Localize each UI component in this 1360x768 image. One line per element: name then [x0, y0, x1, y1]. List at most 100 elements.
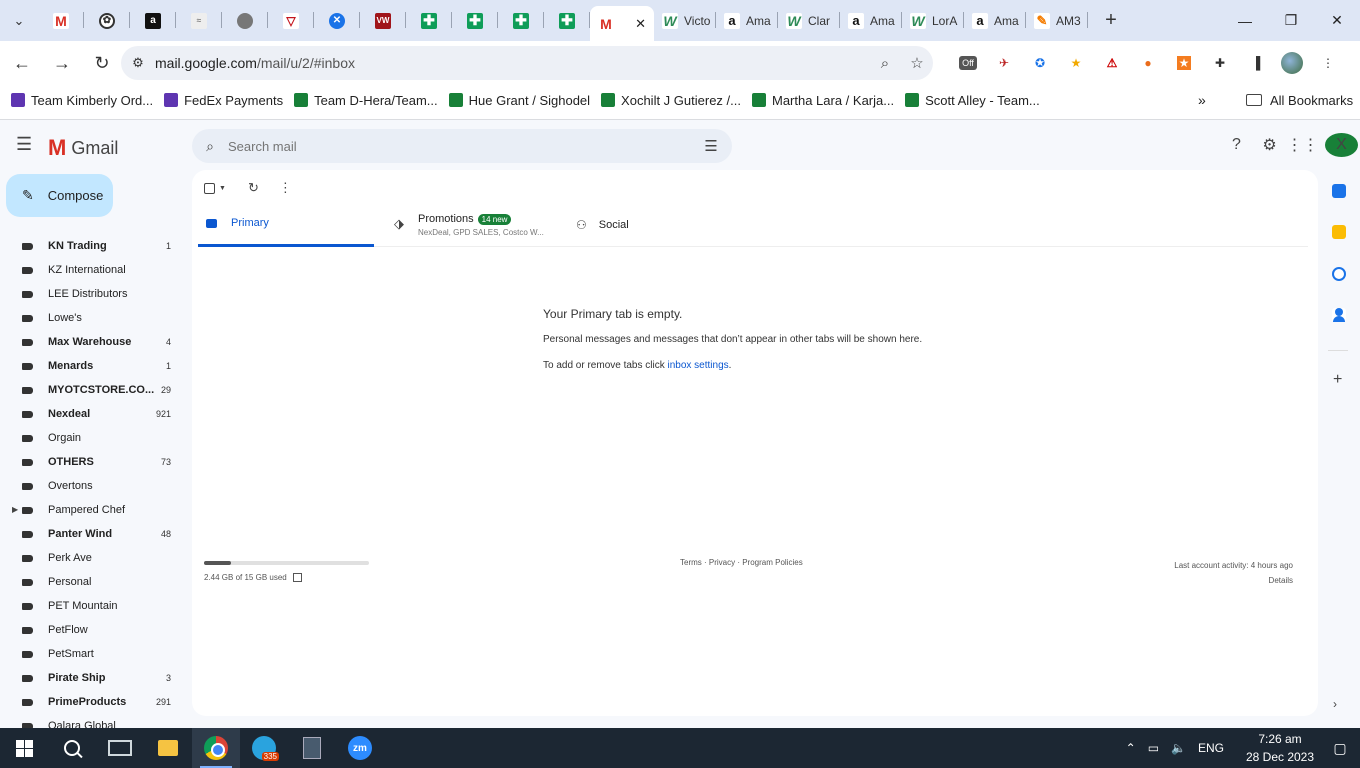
off-extension-icon[interactable]: Off: [950, 48, 986, 78]
search-options-icon[interactable]: ☰: [690, 137, 732, 155]
main-menu-icon[interactable]: ☰: [16, 134, 32, 155]
telegram-taskbar-button[interactable]: 335: [240, 728, 288, 768]
policy-links[interactable]: Terms · Privacy · Program Policies: [680, 558, 803, 567]
new-tab-button[interactable]: +: [1088, 9, 1134, 32]
site-info-icon[interactable]: ⚙: [121, 55, 155, 71]
compose-button[interactable]: ✎ Compose: [6, 174, 113, 217]
add-addon-icon[interactable]: +: [1333, 371, 1342, 389]
label-item[interactable]: ▶ Pampered Chef: [0, 498, 184, 522]
browser-tab[interactable]: a: [130, 0, 176, 41]
browser-tab[interactable]: [222, 0, 268, 41]
tasks-icon[interactable]: [1332, 267, 1346, 281]
minimize-icon[interactable]: —: [1222, 0, 1268, 41]
side-panel-icon[interactable]: ▐: [1238, 48, 1274, 78]
more-menu-icon[interactable]: ⋮: [1310, 48, 1346, 78]
bookmark-star-icon[interactable]: ☆: [901, 54, 933, 72]
search-input[interactable]: [228, 138, 690, 154]
puzzle-extensions-icon[interactable]: ✚: [1202, 48, 1238, 78]
task-view-button[interactable]: [96, 728, 144, 768]
bookmark-item[interactable]: FedEx Payments: [164, 93, 283, 108]
start-button[interactable]: [0, 728, 48, 768]
bookmark-item[interactable]: Team D-Hera/Team...: [294, 93, 438, 108]
label-item[interactable]: KN Trading 1: [0, 234, 184, 258]
close-tab-icon[interactable]: ✕: [635, 16, 646, 32]
browser-tab[interactable]: ✚: [452, 0, 498, 41]
browser-tab[interactable]: M: [38, 0, 84, 41]
scout-extension-icon[interactable]: ★: [1058, 48, 1094, 78]
volume-icon[interactable]: 🔈: [1171, 741, 1186, 755]
close-window-icon[interactable]: ✕: [1314, 0, 1360, 41]
label-item[interactable]: Qalara Global: [0, 714, 184, 728]
select-dropdown-icon[interactable]: ▼: [219, 185, 226, 192]
forward-button[interactable]: →: [44, 45, 80, 81]
browser-tab[interactable]: ≈: [176, 0, 222, 41]
alert-extension-icon[interactable]: ⚠: [1094, 48, 1130, 78]
browser-tab[interactable]: ✎ AM3: [1026, 0, 1088, 41]
details-link[interactable]: Details: [1174, 573, 1293, 588]
tab-social[interactable]: ⚇ Social: [564, 202, 684, 247]
taskbar-search-button[interactable]: [48, 728, 96, 768]
help-icon[interactable]: ?: [1220, 136, 1253, 154]
address-bar[interactable]: ⚙ mail.google.com/mail/u/2/#inbox ⌕ ☆: [121, 46, 933, 80]
browser-tab[interactable]: W Clar: [778, 0, 840, 41]
network-icon[interactable]: ▭: [1148, 741, 1159, 755]
profile-avatar[interactable]: [1274, 48, 1310, 78]
browser-tab[interactable]: ✚: [498, 0, 544, 41]
contacts-icon[interactable]: [1332, 308, 1346, 322]
more-actions-icon[interactable]: ⋮: [279, 180, 292, 196]
search-icon[interactable]: ⌕: [192, 138, 228, 155]
back-button[interactable]: ←: [4, 45, 40, 81]
label-item[interactable]: Lowe's: [0, 306, 184, 330]
file-explorer-button[interactable]: [144, 728, 192, 768]
browser-tab[interactable]: ✿: [84, 0, 130, 41]
calculator-taskbar-button[interactable]: [288, 728, 336, 768]
bookmark-item[interactable]: Hue Grant / Sighodel: [448, 93, 590, 108]
tab-search-button[interactable]: ⌄: [0, 0, 38, 41]
label-item[interactable]: PrimeProducts 291: [0, 690, 184, 714]
keep-icon[interactable]: [1332, 225, 1346, 239]
label-item[interactable]: Perk Ave: [0, 546, 184, 570]
browser-tab[interactable]: ✕: [314, 0, 360, 41]
all-bookmarks-button[interactable]: All Bookmarks: [1246, 93, 1353, 108]
browser-tab[interactable]: W LorA: [902, 0, 964, 41]
orange-circle-extension-icon[interactable]: ●: [1130, 48, 1166, 78]
settings-gear-icon[interactable]: ⚙: [1253, 135, 1286, 155]
browser-tab[interactable]: a Ama: [840, 0, 902, 41]
gmail-logo[interactable]: M Gmail: [48, 135, 118, 161]
browser-tab[interactable]: VW: [360, 0, 406, 41]
label-item[interactable]: MYOTCSTORE.CO... 29: [0, 378, 184, 402]
apps-grid-icon[interactable]: ⋮⋮: [1286, 135, 1319, 155]
expand-arrow-icon[interactable]: ▶: [12, 505, 18, 514]
chevron-up-icon[interactable]: ⌃: [1126, 741, 1136, 755]
open-external-icon[interactable]: [292, 573, 302, 582]
bookmark-item[interactable]: Team Kimberly Ord...: [11, 93, 153, 108]
notifications-icon[interactable]: ▢: [1320, 740, 1360, 757]
account-avatar[interactable]: X: [1325, 133, 1358, 157]
refresh-icon[interactable]: ↻: [248, 180, 259, 196]
more-bookmarks-icon[interactable]: »: [1198, 92, 1206, 108]
browser-tab[interactable]: ✚: [544, 0, 590, 41]
label-item[interactable]: Panter Wind 48: [0, 522, 184, 546]
browser-tab[interactable]: W Victo: [654, 0, 716, 41]
active-tab[interactable]: M ✕: [590, 6, 654, 41]
red-extension-icon[interactable]: ✈: [986, 48, 1022, 78]
calendar-icon[interactable]: [1332, 184, 1346, 198]
label-item[interactable]: Pirate Ship 3: [0, 666, 184, 690]
star-extension-icon[interactable]: ★: [1166, 48, 1202, 78]
restore-icon[interactable]: ❐: [1268, 0, 1314, 41]
label-item[interactable]: OTHERS 73: [0, 450, 184, 474]
bookmark-item[interactable]: Scott Alley - Team...: [905, 93, 1040, 108]
zoom-taskbar-button[interactable]: zm: [336, 728, 384, 768]
label-item[interactable]: Orgain: [0, 426, 184, 450]
label-item[interactable]: PET Mountain: [0, 594, 184, 618]
browser-tab[interactable]: a Ama: [964, 0, 1026, 41]
browser-tab[interactable]: ▽: [268, 0, 314, 41]
inbox-settings-link[interactable]: inbox settings: [668, 360, 729, 371]
browser-tab[interactable]: ✚: [406, 0, 452, 41]
tab-promotions[interactable]: ⬗ Promotions 14 new NexDeal, GPD SALES, C…: [374, 202, 564, 247]
reload-button[interactable]: ↻: [84, 45, 120, 81]
label-item[interactable]: Nexdeal 921: [0, 402, 184, 426]
tab-primary[interactable]: Primary: [198, 202, 374, 247]
label-item[interactable]: PetFlow: [0, 618, 184, 642]
label-item[interactable]: PetSmart: [0, 642, 184, 666]
